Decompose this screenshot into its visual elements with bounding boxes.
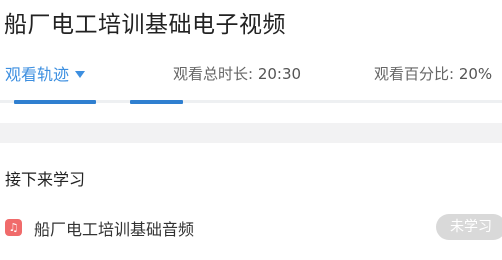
caret-down-icon [75, 70, 86, 78]
section-divider [0, 123, 502, 143]
stats-row: 观看轨迹 观看总时长: 20:30 观看百分比: 20% [0, 61, 502, 87]
next-lesson-item[interactable]: ♫ 船厂电工培训基础音频 未学习 [0, 210, 502, 244]
status-badge: 未学习 [436, 214, 502, 240]
total-watch-time-value: 20:30 [257, 65, 302, 83]
page-title: 船厂电工培训基础电子视频 [4, 12, 286, 38]
watched-segment [14, 100, 96, 104]
watch-percent-value: 20% [458, 65, 493, 83]
watch-percent: 观看百分比: 20% [374, 63, 492, 84]
watched-segment [130, 100, 183, 104]
video-detail-page: 船厂电工培训基础电子视频 观看轨迹 观看总时长: 20:30 观看百分比: 20… [0, 0, 502, 260]
total-watch-time-label: 观看总时长: [173, 65, 258, 83]
total-watch-time: 观看总时长: 20:30 [173, 63, 301, 84]
next-up-heading: 接下来学习 [5, 170, 86, 189]
watch-percent-label: 观看百分比: [374, 65, 459, 83]
music-note-icon: ♫ [5, 219, 22, 236]
track-label: 观看轨迹 [5, 65, 70, 84]
track-dropdown[interactable]: 观看轨迹 [5, 61, 86, 85]
lesson-title: 船厂电工培训基础音频 [34, 220, 195, 239]
